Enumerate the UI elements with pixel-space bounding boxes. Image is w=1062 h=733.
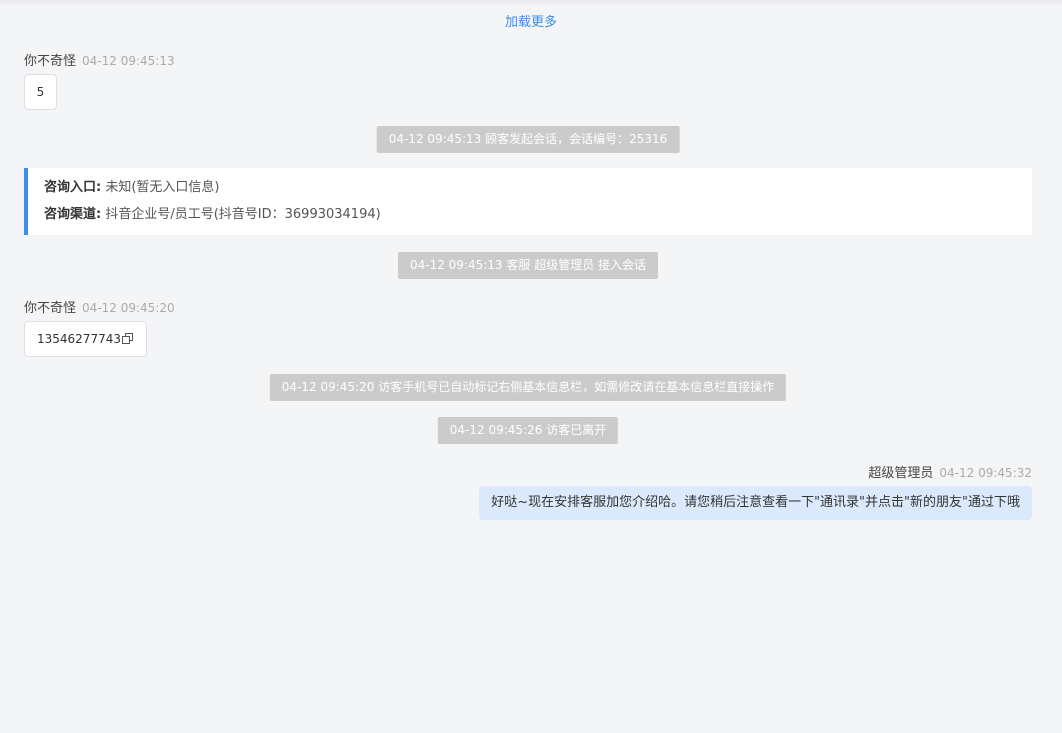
message-time: 04-12 09:45:20 <box>82 301 175 315</box>
top-shadow <box>0 0 1062 6</box>
consult-channel-row: 咨询渠道: 抖音企业号/员工号(抖音号ID：36993034194) <box>44 205 1032 232</box>
agent-bubble: 好哒~现在安排客服加您介绍哈。请您稍后注意查看一下"通讯录"并点击"新的朋友"通… <box>479 486 1032 520</box>
chat-panel: 加载更多 你不奇怪 04-12 09:45:13 5 04-12 09:45:13… <box>0 0 1062 733</box>
system-notice: 04-12 09:45:13 顾客发起会话，会话编号：25316 <box>376 126 680 153</box>
message-header: 你不奇怪 04-12 09:45:13 <box>24 50 175 69</box>
visitor-bubble: 5 <box>24 74 57 110</box>
consult-entry-row: 咨询入口: 未知(暂无入口信息) <box>44 178 1032 205</box>
consult-info-card: 咨询入口: 未知(暂无入口信息) 咨询渠道: 抖音企业号/员工号(抖音号ID：3… <box>24 168 1032 235</box>
agent-message-header: 超级管理员 04-12 09:45:32 <box>868 462 1032 481</box>
load-more-link[interactable]: 加载更多 <box>0 11 1062 30</box>
agent-name: 超级管理员 <box>868 466 934 481</box>
consult-channel-value: 抖音企业号/员工号(抖音号ID：36993034194) <box>105 207 381 222</box>
consult-entry-value: 未知(暂无入口信息) <box>105 180 220 195</box>
copy-icon[interactable] <box>121 333 134 345</box>
sender-name: 你不奇怪 <box>24 301 77 316</box>
consult-channel-label: 咨询渠道: <box>44 207 102 222</box>
message-text[interactable]: 13546277743 <box>37 332 121 346</box>
system-notice: 04-12 09:45:13 客服 超级管理员 接入会话 <box>397 252 659 279</box>
system-notice: 04-12 09:45:26 访客已离开 <box>437 417 619 444</box>
message-time: 04-12 09:45:32 <box>939 466 1032 480</box>
system-notice: 04-12 09:45:20 访客手机号已自动标记右侧基本信息栏，如需修改请在基… <box>269 374 787 401</box>
visitor-bubble: 13546277743 <box>24 321 147 357</box>
message-time: 04-12 09:45:13 <box>82 54 175 68</box>
message-header: 你不奇怪 04-12 09:45:20 <box>24 297 175 316</box>
consult-entry-label: 咨询入口: <box>44 180 102 195</box>
sender-name: 你不奇怪 <box>24 54 77 69</box>
message-text: 5 <box>36 85 45 99</box>
